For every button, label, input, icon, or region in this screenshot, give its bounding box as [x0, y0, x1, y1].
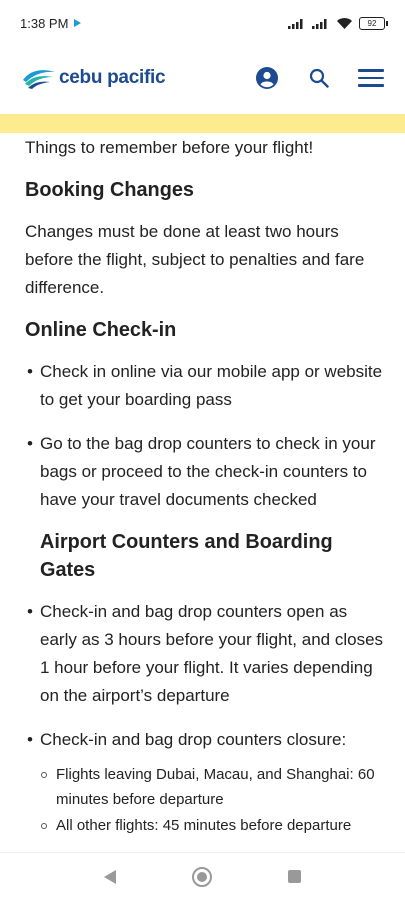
wifi-icon — [337, 17, 352, 29]
list-item: Check-in and bag drop counters open as e… — [25, 598, 385, 710]
cebu-pacific-logo[interactable]: cebu pacific — [22, 66, 166, 90]
site-header: cebu pacific — [0, 46, 405, 110]
airport-counters-list: Check-in and bag drop counters open as e… — [25, 598, 385, 838]
intro-text: Things to remember before your flight! — [25, 138, 314, 157]
airport-counters-heading: Airport Counters and Boarding Gates — [40, 531, 333, 581]
main-content: Things to remember before your flight! B… — [25, 133, 385, 839]
online-checkin-list: Check in online via our mobile app or we… — [25, 358, 385, 514]
signal-icon-2 — [312, 19, 327, 29]
closure-times-list: Flights leaving Dubai, Macau, and Shangh… — [31, 762, 385, 838]
search-icon — [309, 68, 329, 88]
home-icon[interactable] — [192, 866, 212, 887]
booking-changes-text: Changes must be done at least two hours … — [25, 222, 365, 297]
logo-text: cebu pacific — [59, 67, 166, 88]
sub-list-item: Flights leaving Dubai, Macau, and Shangh… — [31, 762, 385, 812]
system-nav-bar — [0, 852, 405, 900]
list-item: Check-in and bag drop counters closure: … — [25, 726, 385, 838]
online-checkin-heading: Online Check-in — [25, 319, 177, 341]
sub-list-item: All other flights: 45 minutes before dep… — [31, 813, 385, 838]
list-item: Check in online via our mobile app or we… — [25, 358, 385, 414]
booking-changes-heading: Booking Changes — [25, 179, 194, 201]
account-button[interactable] — [253, 64, 281, 92]
header-actions — [253, 64, 385, 92]
battery-icon: 92 — [359, 16, 388, 30]
signal-icon — [288, 19, 303, 29]
logo-wings-icon — [23, 70, 55, 89]
menu-icon — [358, 69, 384, 87]
search-button[interactable] — [305, 64, 333, 92]
account-icon — [256, 67, 278, 89]
list-item-text: Check-in and bag drop counters closure: — [40, 730, 347, 749]
recent-apps-icon[interactable] — [288, 870, 301, 883]
list-item: Go to the bag drop counters to check in … — [25, 430, 385, 514]
back-icon[interactable] — [104, 869, 116, 884]
menu-button[interactable] — [357, 64, 385, 92]
status-time: 1:38 PM — [20, 15, 69, 31]
highlight-band — [0, 114, 405, 133]
status-bar: 1:38 PM 92 — [0, 0, 405, 46]
play-store-icon — [74, 19, 82, 27]
status-indicators: 92 — [288, 16, 388, 30]
